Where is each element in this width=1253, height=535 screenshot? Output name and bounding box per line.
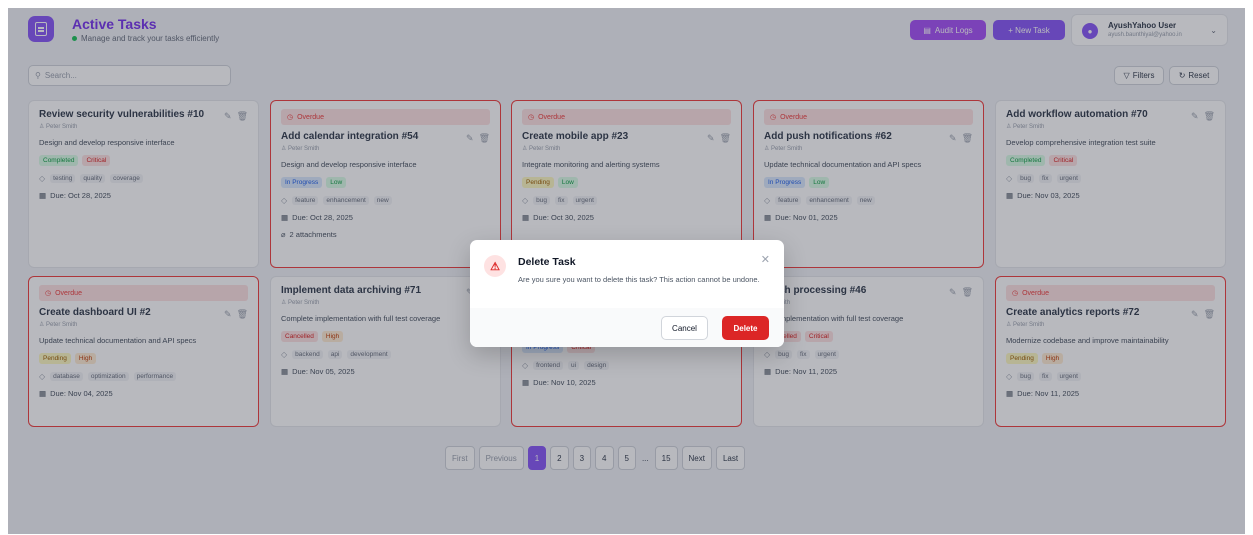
close-icon[interactable]: ✕ (761, 253, 770, 266)
delete-task-dialog: ⚠ Delete Task ✕ Are you sure you want to… (470, 240, 784, 347)
dialog-title: Delete Task (518, 256, 576, 268)
dialog-footer: Cancel Delete (470, 308, 784, 347)
cancel-button[interactable]: Cancel (661, 316, 708, 340)
warning-icon: ⚠ (484, 255, 506, 277)
delete-button[interactable]: Delete (722, 316, 769, 340)
dialog-message: Are you sure you want to delete this tas… (518, 275, 760, 284)
